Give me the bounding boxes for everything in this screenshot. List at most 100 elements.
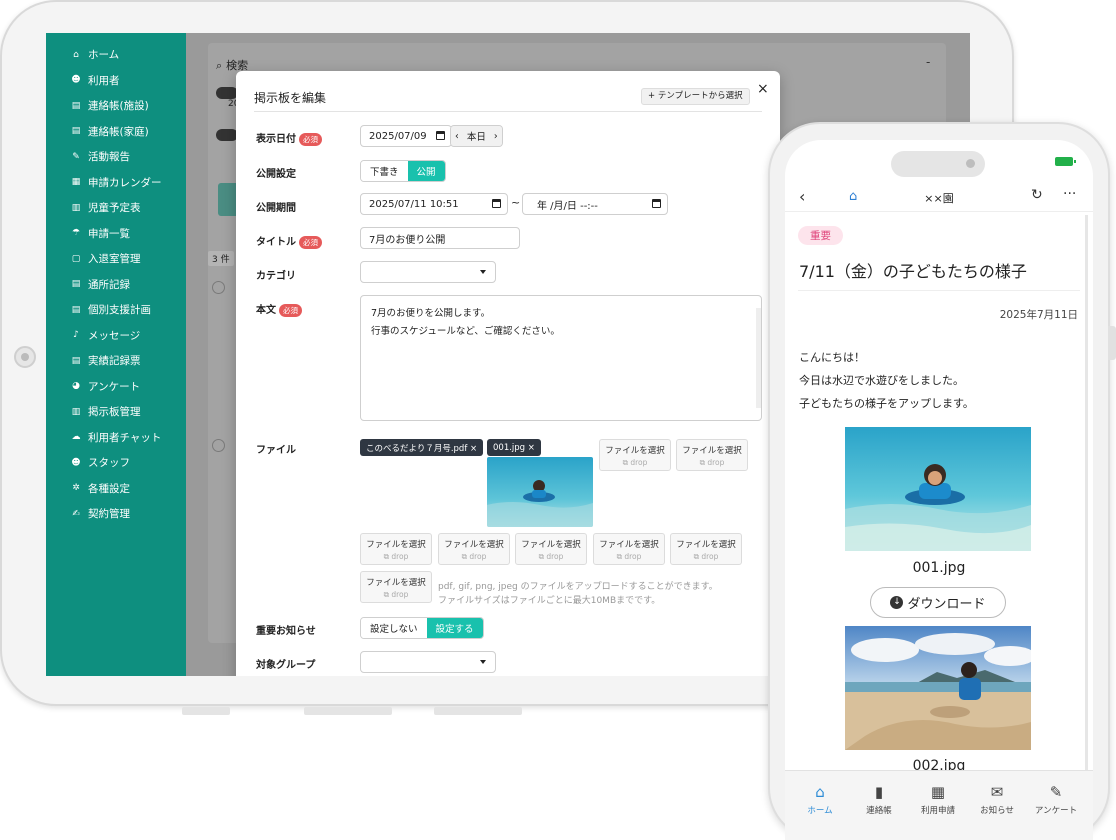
- home-icon[interactable]: ⌂: [849, 189, 857, 204]
- file-chip-pdf[interactable]: このべるだより７月号.pdf ×: [360, 439, 484, 456]
- file-chip-jpg[interactable]: 001.jpg ×: [487, 439, 541, 456]
- phone-scrollbar[interactable]: [1085, 215, 1088, 775]
- sidebar-item-request-list[interactable]: ☂ 申請一覧: [46, 221, 186, 247]
- tab-request[interactable]: ▦ 利用申請: [908, 783, 968, 816]
- calendar-icon: [492, 199, 501, 208]
- bell-icon: ♪: [73, 330, 79, 341]
- tab-notices[interactable]: ✉ お知らせ: [967, 783, 1027, 816]
- tab-home[interactable]: ⌂ ホーム: [790, 783, 850, 816]
- prev-day-button[interactable]: ‹: [451, 126, 463, 146]
- sidebar-item-contracts[interactable]: ✍ 契約管理: [46, 501, 186, 527]
- close-icon[interactable]: ×: [757, 81, 769, 97]
- calendar-icon: ▦: [930, 783, 946, 801]
- sidebar-item-notebook-home[interactable]: ▤ 連絡帳(家庭): [46, 119, 186, 145]
- sidebar-item-attendance[interactable]: ▤ 通所記録: [46, 272, 186, 298]
- sidebar-item-home[interactable]: ⌂ ホーム: [46, 42, 186, 68]
- tab-notebook[interactable]: ▮ 連絡帳: [849, 783, 909, 816]
- file-select-slot[interactable]: ファイルを選択 ⧉ drop: [670, 533, 742, 565]
- sidebar-item-child-schedule[interactable]: ▥ 児童予定表: [46, 195, 186, 221]
- next-day-button[interactable]: ›: [489, 126, 502, 146]
- target-group-label: 対象グループ: [256, 660, 316, 671]
- sidebar-item-label: 掲示板管理: [88, 406, 141, 419]
- sidebar-item-users[interactable]: ☻ 利用者: [46, 68, 186, 94]
- file-select-slot[interactable]: ファイルを選択 ⧉ drop: [599, 439, 671, 471]
- book-icon: ▮: [874, 783, 884, 801]
- row-checkbox[interactable]: [212, 281, 225, 294]
- tab-survey[interactable]: ✎ アンケート: [1026, 783, 1086, 816]
- notebook-icon: ▤: [71, 126, 81, 137]
- textarea-scrollbar[interactable]: [756, 308, 761, 408]
- file-select-slot[interactable]: ファイルを選択 ⧉ drop: [676, 439, 748, 471]
- today-button[interactable]: 本日: [462, 126, 490, 146]
- sidebar-item-request-calendar[interactable]: ▦ 申請カレンダー: [46, 170, 186, 196]
- post-image-2[interactable]: [845, 626, 1031, 750]
- file-hint: pdf, gif, png, jpeg のファイルをアップロードすることができま…: [438, 582, 718, 592]
- sidebar-item-staff[interactable]: ☻ スタッフ: [46, 450, 186, 476]
- download-button[interactable]: ↓ ダウンロード: [870, 587, 1006, 618]
- sidebar-item-label: 申請一覧: [88, 227, 130, 240]
- body-textarea[interactable]: 7月のお便りを公開します。 行事のスケジュールなど、ご確認ください。: [360, 295, 762, 421]
- post-image-1[interactable]: [845, 427, 1031, 551]
- list-icon: ☂: [71, 228, 81, 239]
- title-input[interactable]: 7月のお便り公開: [360, 227, 520, 249]
- sidebar-item-label: 各種設定: [88, 482, 130, 495]
- important-on-option[interactable]: 設定する: [426, 618, 483, 638]
- sidebar-item-records[interactable]: ▤ 実績記録票: [46, 348, 186, 374]
- publish-period-label: 公開期間: [256, 203, 296, 214]
- sidebar-item-label: 連絡帳(家庭): [88, 125, 149, 138]
- table-icon: ▤: [71, 355, 81, 366]
- back-icon[interactable]: ‹: [799, 187, 805, 206]
- file-select-slot[interactable]: ファイルを選択 ⧉ drop: [360, 571, 432, 603]
- gear-icon: ✲: [72, 483, 80, 494]
- schedule-icon: ▥: [71, 202, 81, 213]
- water-play-photo: [845, 427, 1031, 551]
- important-off-option[interactable]: 設定しない: [361, 618, 427, 638]
- draft-option[interactable]: 下書き: [361, 161, 408, 181]
- sidebar-item-support-plan[interactable]: ▤ 個別支援計画: [46, 297, 186, 323]
- sidebar-item-notebook-facility[interactable]: ▤ 連絡帳(施設): [46, 93, 186, 119]
- file-select-slot[interactable]: ファイルを選択 ⧉ drop: [360, 533, 432, 565]
- file-select-slot[interactable]: ファイルを選択 ⧉ drop: [593, 533, 665, 565]
- sidebar-item-user-chat[interactable]: ☁ 利用者チャット: [46, 425, 186, 451]
- category-select[interactable]: [360, 261, 496, 283]
- nav-title: ××園: [924, 192, 954, 205]
- sidebar-item-label: 入退室管理: [88, 253, 141, 266]
- sidebar-item-label: 個別支援計画: [88, 304, 151, 317]
- collapse-toggle[interactable]: -: [926, 55, 930, 69]
- sidebar-item-settings[interactable]: ✲ 各種設定: [46, 476, 186, 502]
- divider: [798, 290, 1080, 291]
- publish-start-input[interactable]: 2025/07/11 10:51: [360, 193, 508, 215]
- sidebar-item-label: 活動報告: [88, 151, 130, 164]
- calendar-icon: ▦: [71, 177, 81, 188]
- sidebar-item-label: 利用者チャット: [88, 431, 162, 444]
- file-hint: ファイルサイズはファイルごとに最大10MBまでです。: [438, 596, 661, 606]
- file-select-slot[interactable]: ファイルを選択 ⧉ drop: [438, 533, 510, 565]
- plan-icon: ▤: [71, 304, 81, 315]
- sidebar-item-label: 申請カレンダー: [88, 176, 162, 189]
- pen-icon: ✎: [72, 151, 80, 162]
- important-badge: 重要: [798, 226, 843, 245]
- sidebar-item-entry-exit[interactable]: ▢ 入退室管理: [46, 246, 186, 272]
- more-icon[interactable]: ···: [1063, 186, 1076, 202]
- phone-navbar: ××園 ‹ ⌂ ↻ ···: [785, 184, 1093, 212]
- publish-option[interactable]: 公開: [407, 161, 445, 181]
- image-1-filename: 001.jpg: [912, 560, 966, 576]
- sidebar-item-label: メッセージ: [88, 329, 141, 342]
- sidebar-item-messages[interactable]: ♪ メッセージ: [46, 323, 186, 349]
- file-select-slot[interactable]: ファイルを選択 ⧉ drop: [515, 533, 587, 565]
- home-icon: ⌂: [73, 49, 79, 60]
- record-icon: ▤: [71, 279, 81, 290]
- template-select-button[interactable]: + テンプレートから選択: [641, 88, 750, 105]
- publish-end-input[interactable]: 年 /月/日 --:--: [522, 193, 668, 215]
- required-badge: 必須: [279, 303, 302, 317]
- sidebar-item-activity-report[interactable]: ✎ 活動報告: [46, 144, 186, 170]
- reload-icon[interactable]: ↻: [1031, 187, 1043, 203]
- title-label: タイトル 必須: [256, 233, 322, 249]
- sidebar-item-bulletin-admin[interactable]: ▥ 掲示板管理: [46, 399, 186, 425]
- sidebar-item-survey[interactable]: ◕ アンケート: [46, 374, 186, 400]
- sidebar-item-label: ホーム: [88, 49, 120, 62]
- row-checkbox[interactable]: [212, 439, 225, 452]
- sidebar-item-label: 児童予定表: [88, 202, 141, 215]
- display-date-input[interactable]: 2025/07/09: [360, 125, 452, 147]
- target-group-select[interactable]: [360, 651, 496, 673]
